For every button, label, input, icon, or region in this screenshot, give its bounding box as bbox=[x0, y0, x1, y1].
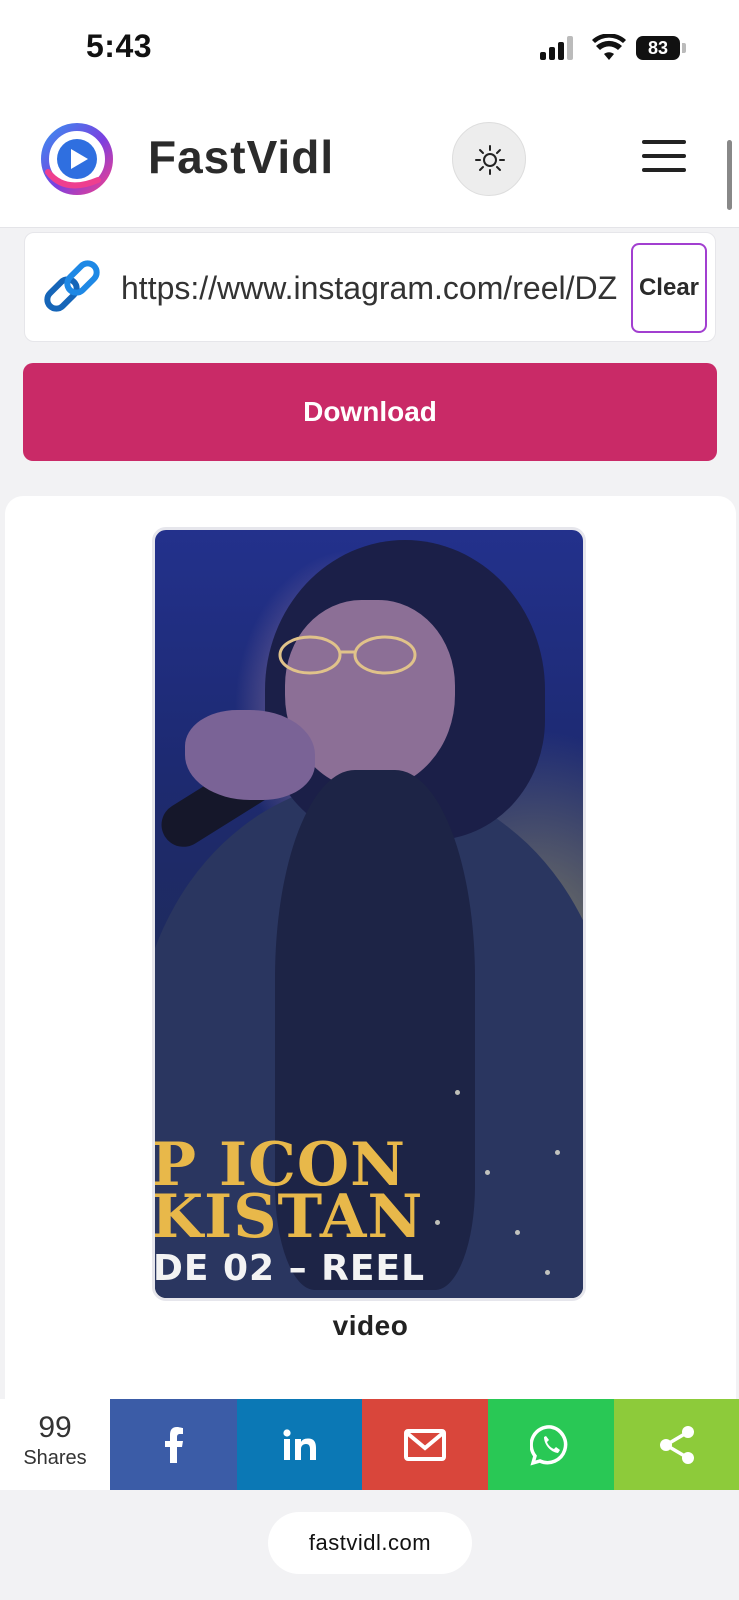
email-share-button[interactable] bbox=[362, 1399, 488, 1490]
thumbnail-caption-line-3: DE 02 – REEL bbox=[153, 1248, 426, 1289]
video-thumbnail[interactable]: P ICON KISTAN DE 02 – REEL bbox=[152, 527, 586, 1301]
whatsapp-icon bbox=[530, 1424, 568, 1466]
thumbnail-caption-line-2: KISTAN bbox=[152, 1182, 424, 1252]
thumbnail-glasses bbox=[278, 635, 417, 675]
theme-toggle-button[interactable] bbox=[452, 122, 526, 196]
status-bar: 5:43 83 bbox=[0, 0, 739, 100]
thumbnail-hand bbox=[185, 710, 315, 800]
share-bar: 99 Shares bbox=[0, 1399, 739, 1490]
url-input[interactable] bbox=[121, 263, 645, 313]
share-count-label: Shares bbox=[23, 1447, 87, 1469]
hamburger-menu-icon[interactable] bbox=[642, 140, 686, 176]
email-icon bbox=[404, 1428, 446, 1461]
play-logo-icon[interactable] bbox=[40, 122, 114, 196]
url-input-card: Clear bbox=[24, 232, 716, 342]
share-count-number: 99 bbox=[38, 1411, 72, 1444]
brand-name[interactable]: FastVidl bbox=[148, 130, 334, 184]
site-header: FastVidl bbox=[0, 100, 739, 228]
share-button[interactable] bbox=[614, 1399, 739, 1490]
whatsapp-share-button[interactable] bbox=[488, 1399, 614, 1490]
browser-address-pill[interactable]: fastvidl.com bbox=[268, 1512, 472, 1574]
linkedin-share-button[interactable] bbox=[237, 1399, 362, 1490]
cellular-signal-icon bbox=[540, 36, 576, 60]
sun-icon bbox=[475, 145, 505, 175]
share-icon bbox=[659, 1425, 694, 1464]
scrollbar[interactable] bbox=[727, 140, 732, 210]
battery-icon: 83 bbox=[636, 36, 680, 60]
share-count: 99 Shares bbox=[0, 1399, 110, 1490]
link-icon bbox=[44, 260, 100, 312]
facebook-icon bbox=[164, 1426, 183, 1463]
status-time: 5:43 bbox=[86, 28, 153, 64]
clear-button[interactable]: Clear bbox=[631, 243, 707, 333]
media-type-label: video bbox=[332, 1310, 409, 1341]
wifi-icon bbox=[592, 34, 626, 60]
download-button[interactable]: Download bbox=[23, 363, 717, 461]
linkedin-icon bbox=[282, 1428, 316, 1460]
facebook-share-button[interactable] bbox=[110, 1399, 237, 1490]
battery-cap bbox=[682, 43, 686, 53]
